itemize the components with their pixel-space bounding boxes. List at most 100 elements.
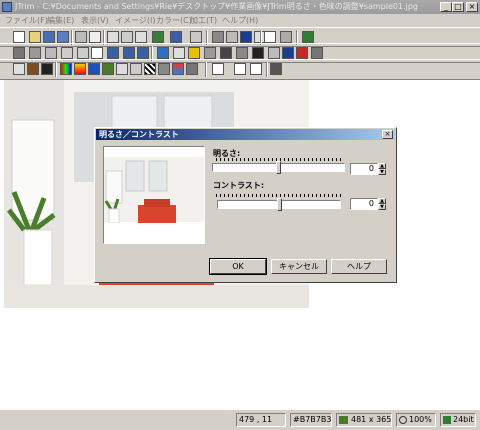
- level-icon[interactable]: [130, 63, 142, 75]
- magnifier-icon: [399, 416, 407, 424]
- color-balance-icon[interactable]: [60, 63, 72, 75]
- window-icon[interactable]: [302, 31, 314, 43]
- zoom-out-icon[interactable]: [250, 63, 262, 75]
- print-icon[interactable]: [75, 31, 87, 43]
- trim-icon[interactable]: [13, 47, 25, 59]
- paste-new-icon[interactable]: [135, 31, 147, 43]
- canvas-icon[interactable]: [45, 47, 57, 59]
- menu-edit[interactable]: 編集(E): [47, 15, 74, 26]
- dialog-title-bar: 明るさ／コントラスト ×: [96, 129, 395, 140]
- deselect-icon[interactable]: [226, 31, 238, 43]
- status-zoom-text: 100%: [409, 415, 432, 424]
- eyedropper-icon[interactable]: [270, 63, 282, 75]
- status-coords: 479 , 11: [236, 413, 286, 427]
- spin-down-icon[interactable]: ▼: [378, 169, 386, 175]
- sharpen-icon[interactable]: [220, 47, 232, 59]
- grid-icon[interactable]: [264, 31, 276, 43]
- new-icon[interactable]: [13, 31, 25, 43]
- contrast-icon[interactable]: [173, 47, 185, 59]
- zoom-icon[interactable]: [212, 63, 224, 75]
- border-icon[interactable]: [268, 47, 280, 59]
- hue-icon[interactable]: [74, 63, 86, 75]
- ok-button[interactable]: OK: [209, 258, 267, 275]
- status-color: #B7B7B3: [290, 413, 332, 427]
- contrast-slider-thumb[interactable]: [277, 198, 282, 211]
- blur-icon[interactable]: [236, 47, 248, 59]
- gamma-icon[interactable]: [188, 47, 200, 59]
- resize-icon[interactable]: [29, 47, 41, 59]
- gamma-curve-icon[interactable]: [116, 63, 128, 75]
- app-icon: [2, 2, 12, 12]
- open-icon[interactable]: [29, 31, 41, 43]
- cancel-button[interactable]: キャンセル: [271, 259, 327, 274]
- dialog-close-button[interactable]: ×: [382, 130, 393, 139]
- zoom-in-icon[interactable]: [234, 63, 246, 75]
- menu-view[interactable]: 表示(V): [81, 15, 109, 26]
- status-size-text: 481 x 365: [351, 415, 392, 424]
- rotate-free-icon[interactable]: [137, 47, 149, 59]
- grayscale-icon[interactable]: [13, 63, 25, 75]
- menu-help[interactable]: ヘルプ(H): [222, 15, 258, 26]
- palette-icon[interactable]: [172, 63, 184, 75]
- spiral-icon[interactable]: [311, 47, 323, 59]
- frame-icon[interactable]: [91, 47, 103, 59]
- bar-icon[interactable]: [280, 31, 292, 43]
- preview-panel: [103, 146, 205, 244]
- mosaic-icon[interactable]: [204, 47, 216, 59]
- print-preview-icon[interactable]: [89, 31, 101, 43]
- contrast-ticks: [216, 194, 344, 197]
- minimize-button[interactable]: _: [440, 2, 452, 12]
- menu-process[interactable]: 加工(T): [190, 15, 217, 26]
- contrast-label: コントラスト:: [213, 181, 265, 190]
- negative-icon[interactable]: [41, 63, 53, 75]
- pattern-icon[interactable]: [144, 63, 156, 75]
- contrast-spinner[interactable]: ▲ ▼: [378, 198, 386, 210]
- save-as-icon[interactable]: [57, 31, 69, 43]
- menu-file[interactable]: ファイル(F): [5, 15, 48, 26]
- select-all-icon[interactable]: [212, 31, 224, 43]
- help-button[interactable]: ヘルプ: [331, 259, 387, 274]
- menu-image[interactable]: イメージ(I): [115, 15, 155, 26]
- crop-icon[interactable]: [152, 31, 164, 43]
- brightness-slider-thumb[interactable]: [276, 161, 281, 174]
- image-icon[interactable]: [102, 63, 114, 75]
- reduce-color-icon[interactable]: [158, 63, 170, 75]
- spin-down-icon[interactable]: ▼: [378, 204, 386, 210]
- brush-icon[interactable]: [296, 47, 308, 59]
- dialog-title: 明るさ／コントラスト: [99, 130, 179, 139]
- menu-bar: ファイル(F) 編集(E) 表示(V) イメージ(I) カラー(C) 加工(T)…: [0, 14, 480, 27]
- image-size-icon: [339, 416, 348, 424]
- toolbar-color: [0, 59, 480, 80]
- pen-icon[interactable]: [282, 47, 294, 59]
- maximize-button[interactable]: □: [452, 2, 464, 12]
- contrast-input[interactable]: 0: [350, 198, 378, 210]
- rotate-left-icon[interactable]: [107, 47, 119, 59]
- status-depth: 24bit: [440, 413, 476, 427]
- flip-vertical-icon[interactable]: [61, 47, 73, 59]
- menu-color[interactable]: カラー(C): [156, 15, 192, 26]
- paste-icon[interactable]: [121, 31, 133, 43]
- title-bar: JTrim - C:¥Documents and Settings¥Rie¥デス…: [0, 0, 480, 14]
- gradient-icon[interactable]: [186, 63, 198, 75]
- separator: [55, 62, 57, 77]
- status-zoom: 100%: [396, 413, 436, 427]
- separator: [205, 62, 207, 77]
- brightness-spinner[interactable]: ▲ ▼: [378, 163, 386, 175]
- text-icon[interactable]: [240, 31, 252, 43]
- flip-horizontal-icon[interactable]: [77, 47, 89, 59]
- brightness-icon[interactable]: [157, 47, 169, 59]
- brightness-contrast-dialog: 明るさ／コントラスト × 明るさ: 0 ▲ ▼ コントラスト: 0 ▲ ▼ OK…: [94, 127, 397, 283]
- status-bar: 479 , 11 #B7B7B3 481 x 365 100% 24bit: [0, 410, 480, 430]
- rotate-right-icon[interactable]: [123, 47, 135, 59]
- separator: [266, 62, 268, 77]
- brightness-input[interactable]: 0: [350, 163, 378, 175]
- sepia-icon[interactable]: [27, 63, 39, 75]
- close-button[interactable]: ×: [466, 2, 478, 12]
- copy-icon[interactable]: [107, 31, 119, 43]
- redo-icon[interactable]: [190, 31, 202, 43]
- save-icon[interactable]: [43, 31, 55, 43]
- noise-icon[interactable]: [252, 47, 264, 59]
- saturation-icon[interactable]: [88, 63, 100, 75]
- undo-icon[interactable]: [170, 31, 182, 43]
- window-title: JTrim - C:¥Documents and Settings¥Rie¥デス…: [15, 2, 418, 11]
